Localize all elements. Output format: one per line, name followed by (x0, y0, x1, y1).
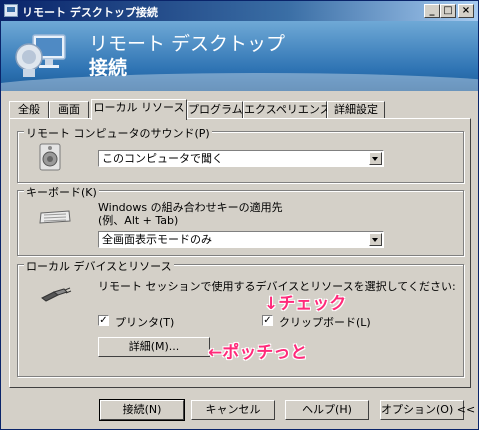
printers-checkbox[interactable]: ✓ (98, 315, 109, 326)
tab-local-resources[interactable]: ローカル リソース (91, 99, 187, 120)
tab-experience[interactable]: エクスペリエンス (243, 101, 331, 119)
keyboard-group: キーボード(K) Windows の組み合わせキーの適用先 (例、Alt + T… (17, 184, 464, 256)
options-button[interactable]: オプション(O) << (380, 400, 475, 420)
tab-programs[interactable]: プログラム (187, 101, 243, 119)
clipboard-checkbox[interactable]: ✓ (262, 315, 273, 326)
local-resources-panel: リモート コンピュータのサウンド(P) このコンピュータで聞く キーボード(K)… (9, 118, 471, 388)
chevron-down-icon[interactable] (369, 152, 382, 165)
title-bar[interactable]: リモート デスクトップ接続 _ □ × (1, 1, 478, 21)
banner-title: 接続 (89, 57, 128, 79)
help-button[interactable]: ヘルプ(H) (285, 400, 369, 420)
tab-general[interactable]: 全般 (9, 101, 49, 119)
sound-group: リモート コンピュータのサウンド(P) このコンピュータで聞く (17, 125, 464, 183)
clipboard-label[interactable]: クリップボード(L) (279, 314, 371, 330)
banner-swoosh (1, 73, 478, 91)
window-title: リモート デスクトップ接続 (22, 6, 158, 19)
keyboard-description-line2: (例、Alt + Tab) (98, 214, 179, 227)
local-devices-group: ローカル デバイスとリソース リモート セッションで使用するデバイスとリソースを… (17, 258, 464, 377)
maximize-button[interactable]: □ (440, 4, 456, 18)
connect-button[interactable]: 接続(N) (99, 399, 185, 421)
tab-display[interactable]: 画面 (49, 101, 89, 119)
keyboard-dropdown-value: 全画面表示モードのみ (102, 233, 212, 246)
plug-icon (41, 287, 72, 302)
app-icon (4, 4, 18, 17)
local-devices-legend: ローカル デバイスとリソース (24, 258, 174, 274)
details-button[interactable]: 詳細(M)... (98, 337, 210, 357)
speaker-icon (39, 143, 61, 171)
header-banner: リモート デスクトップ 接続 (1, 21, 478, 91)
keyboard-icon (39, 210, 71, 224)
sound-dropdown[interactable]: このコンピュータで聞く (98, 150, 384, 167)
remote-desktop-window: リモート デスクトップ接続 _ □ × リモート デスクトップ 接続 全般 画面… (0, 0, 479, 430)
remote-desktop-icon (15, 34, 66, 77)
cancel-button[interactable]: キャンセル (191, 400, 275, 420)
sound-dropdown-value: このコンピュータで聞く (102, 152, 223, 165)
annotation-check: ↓チェック (264, 294, 347, 314)
minimize-button[interactable]: _ (424, 4, 440, 18)
banner-subtitle: リモート デスクトップ (89, 33, 286, 55)
sound-legend: リモート コンピュータのサウンド(P) (24, 125, 212, 141)
keyboard-dropdown[interactable]: 全画面表示モードのみ (98, 231, 384, 248)
tab-advanced[interactable]: 詳細設定 (327, 101, 385, 119)
printers-label[interactable]: プリンタ(T) (115, 314, 174, 330)
annotation-click: ←ポッチっと (208, 343, 308, 363)
chevron-down-icon[interactable] (369, 233, 382, 246)
keyboard-legend: キーボード(K) (24, 184, 99, 200)
close-button[interactable]: × (458, 4, 474, 18)
